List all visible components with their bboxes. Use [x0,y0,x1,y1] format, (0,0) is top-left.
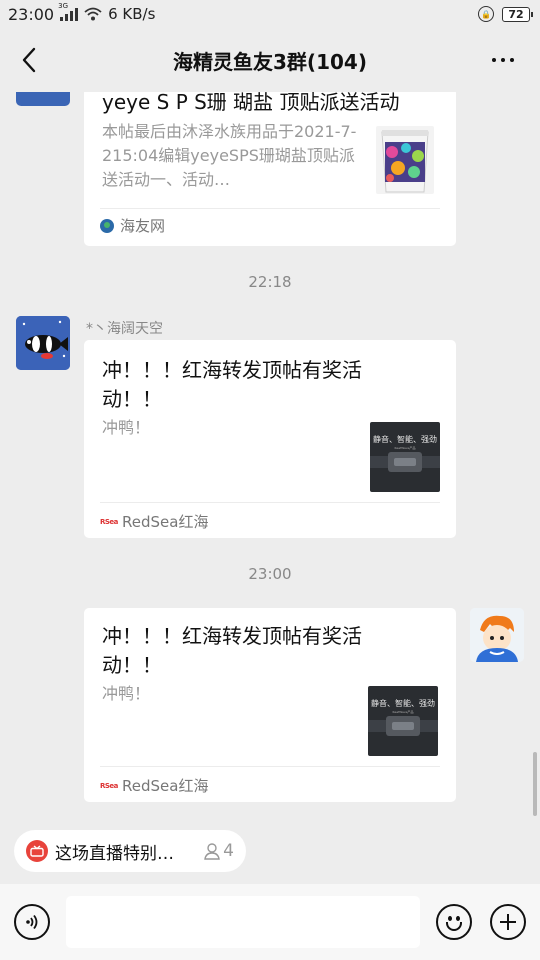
card-source: RSea RedSea红海 [100,775,208,796]
avatar[interactable] [470,608,524,662]
back-button[interactable] [14,44,44,76]
viewer-count: 4 [203,841,234,861]
rotation-lock-icon: 🔒 [478,6,494,22]
more-dots-icon [492,58,496,62]
scrollbar-thumb[interactable] [533,752,537,816]
status-bar: 23:00 3G 6 KB/s 🔒 72 [0,0,540,28]
page-title: 海精灵鱼友3群(104) [173,49,367,74]
card-thumbnail: 静音、智能、强劲 ReefWave产品 [368,686,438,756]
sender-name: *丶海阔天空 [86,321,163,337]
reefwave-pump-image: 静音、智能、强劲 ReefWave产品 [368,686,438,756]
signal-icon: 3G [58,2,79,21]
card-thumbnail [376,126,434,194]
status-time: 23:00 [8,4,55,24]
input-bar [0,884,540,960]
back-arrow-icon [22,47,36,73]
voice-icon [26,914,38,930]
clownfish-avatar-image [16,316,70,370]
timestamp: 22:18 [248,273,292,291]
person-icon [204,843,220,860]
live-stream-banner[interactable]: 这场直播特别… 4 [14,830,246,872]
title-bar: 海精灵鱼友3群(104) [0,28,540,92]
haiyou-logo-icon [100,218,114,233]
voice-button[interactable] [14,904,50,940]
link-card[interactable]: 冲！！！红海转发顶帖有奖活动！！ 冲鸭！ 静音、智能、强劲 ReefWave产品… [84,608,456,802]
avatar[interactable] [16,92,70,106]
redsea-logo-icon: RSea [100,517,118,526]
card-source-label: 海友网 [120,217,166,235]
redsea-logo-icon: RSea [100,781,118,790]
emoji-button[interactable] [436,904,472,940]
card-divider [100,502,440,503]
link-card[interactable]: 冲！！！红海转发顶帖有奖活动！！ 冲鸭！ 静音、智能、强劲 ReefWave产品… [84,340,456,538]
card-description: 冲鸭！ [102,418,151,437]
card-source-label: RedSea红海 [122,513,209,531]
salt-bucket-image [376,126,434,194]
battery-indicator: 72 [502,6,533,22]
thumb-caption: 静音、智能、强劲 [373,434,437,444]
cartoon-boy-avatar-image [470,608,524,662]
viewer-count-value: 4 [223,841,234,861]
card-description: 本帖最后由沐泽水族用品于2021-7-215:04编辑yeyeSPS珊瑚盐顶贴派… [102,122,357,189]
card-title: yeye S P S珊 瑚盐 顶贴派送活动 [102,92,400,114]
card-title: 冲！！！红海转发顶帖有奖活动！！ [102,358,362,411]
card-source: 海友网 [100,215,165,236]
card-source: RSea RedSea红海 [100,511,208,532]
card-source-label: RedSea红海 [122,777,209,795]
more-functions-button[interactable] [490,904,526,940]
thumb-subcaption: ReefWave产品 [395,445,416,450]
wifi-icon [84,7,102,21]
card-description: 冲鸭！ [102,684,151,703]
card-divider [100,766,440,767]
thumb-caption: 静音、智能、强劲 [371,698,435,708]
more-button[interactable] [488,48,518,72]
live-tv-icon [26,840,48,862]
net-speed: 6 KB/s [108,5,156,23]
thumb-subcaption: ReefWave产品 [393,709,414,714]
card-thumbnail: 静音、智能、强劲 ReefWave产品 [370,422,440,492]
signal-label: 3G [58,2,68,10]
card-divider [100,208,440,209]
avatar[interactable] [16,316,70,370]
link-card[interactable]: yeye S P S珊 瑚盐 顶贴派送活动 本帖最后由沐泽水族用品于2021-7… [84,92,456,246]
timestamp: 23:00 [248,565,292,583]
message-input[interactable] [66,896,420,948]
live-stream-title: 这场直播特别… [55,843,174,864]
reefwave-pump-image: 静音、智能、强劲 ReefWave产品 [370,422,440,492]
card-title: 冲！！！红海转发顶帖有奖活动！！ [102,624,362,677]
chat-area[interactable]: yeye S P S珊 瑚盐 顶贴派送活动 本帖最后由沐泽水族用品于2021-7… [0,92,540,818]
